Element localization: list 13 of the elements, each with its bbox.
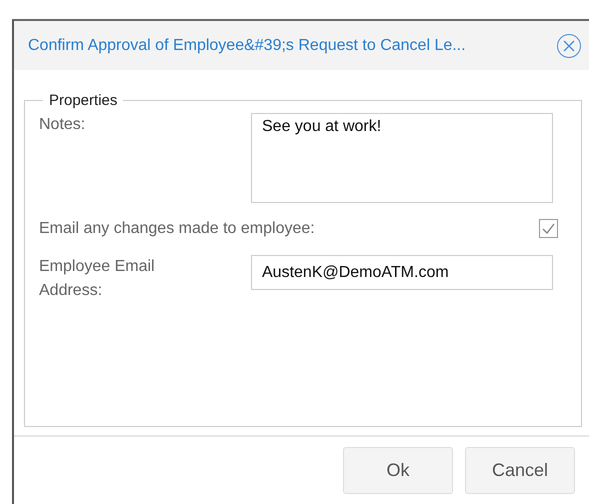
email-changes-label: Email any changes made to employee:: [39, 219, 316, 240]
check-icon: [542, 223, 555, 234]
notes-field[interactable]: See you at work!: [251, 113, 553, 204]
ok-button[interactable]: Ok: [343, 447, 453, 494]
close-button[interactable]: [557, 34, 581, 58]
notes-label: Notes:: [39, 115, 86, 136]
window-title: Confirm Approval of Employee&#39;s Request to Cancel Le...: [28, 36, 466, 55]
email-address-field[interactable]: AustenK@DemoATM.com: [251, 255, 553, 290]
group-legend: Properties: [43, 92, 124, 110]
email-address-label: Employee Email Address:: [39, 257, 156, 302]
email-changes-checkbox[interactable]: [539, 219, 558, 238]
close-icon: [563, 40, 575, 52]
cancel-button[interactable]: Cancel: [465, 447, 575, 494]
